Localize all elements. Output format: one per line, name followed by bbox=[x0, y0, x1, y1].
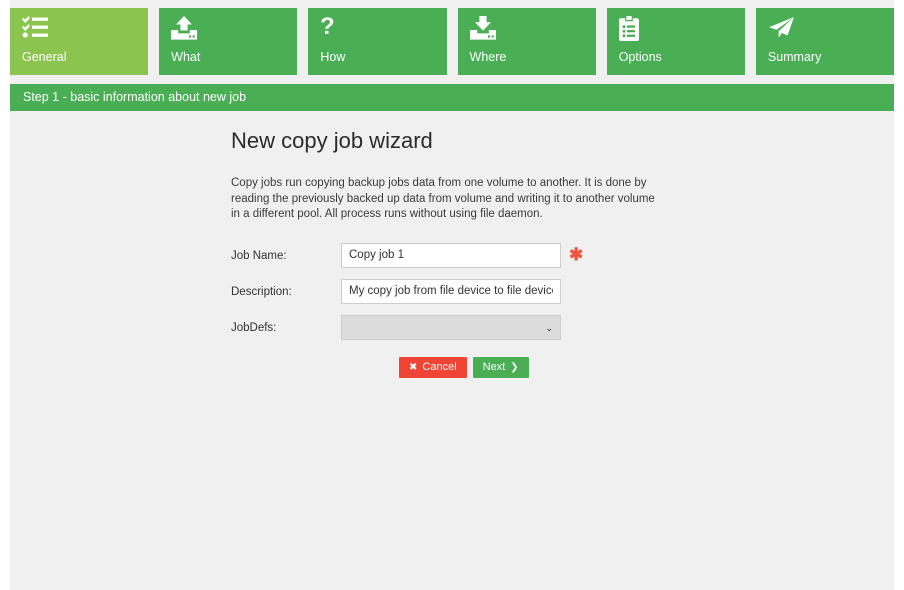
cancel-button[interactable]: ✖ Cancel bbox=[399, 356, 467, 378]
wizard-form: New copy job wizard Copy jobs run copyin… bbox=[231, 128, 681, 378]
tab-general-label: General bbox=[22, 50, 67, 64]
paper-plane-icon bbox=[768, 16, 884, 46]
tab-options-label: Options bbox=[618, 50, 662, 64]
checklist-icon bbox=[22, 16, 138, 46]
description-label: Description: bbox=[231, 285, 292, 298]
tab-how[interactable]: ? How bbox=[308, 8, 447, 75]
svg-text:?: ? bbox=[320, 16, 335, 40]
next-button-label: Next bbox=[482, 360, 506, 373]
upload-icon bbox=[171, 16, 287, 46]
form-row-job-name: Job Name: ✱ bbox=[231, 242, 681, 271]
download-icon bbox=[469, 16, 586, 46]
tab-options[interactable]: Options bbox=[606, 8, 745, 75]
jobdefs-label: JobDefs: bbox=[231, 321, 277, 334]
wizard-page: General What ? How Where Options Summary… bbox=[0, 0, 904, 590]
chevron-right-icon: ❯ bbox=[510, 361, 519, 373]
required-asterisk: ✱ bbox=[569, 244, 584, 264]
form-row-jobdefs: JobDefs: ⌄ bbox=[231, 314, 681, 343]
page-title: New copy job wizard bbox=[231, 128, 433, 153]
wizard-tab-strip: General What ? How Where Options Summary bbox=[10, 8, 895, 75]
step-banner: Step 1 - basic information about new job bbox=[10, 84, 894, 111]
wizard-button-row: ✖ Cancel Next ❯ bbox=[399, 356, 681, 378]
tab-what[interactable]: What bbox=[159, 8, 298, 75]
wizard-description: Copy jobs run copying backup jobs data f… bbox=[231, 177, 655, 220]
job-name-label: Job Name: bbox=[231, 249, 287, 262]
cancel-button-label: Cancel bbox=[422, 360, 457, 373]
tab-what-label: What bbox=[171, 50, 201, 64]
job-name-input[interactable] bbox=[341, 242, 561, 268]
tab-summary[interactable]: Summary bbox=[755, 8, 895, 75]
tab-general[interactable]: General bbox=[10, 8, 149, 75]
clipboard-list-icon bbox=[618, 16, 735, 46]
close-icon: ✖ bbox=[409, 361, 418, 373]
tab-summary-label: Summary bbox=[767, 50, 822, 64]
jobdefs-select-wrap: ⌄ bbox=[341, 314, 561, 340]
tab-how-label: How bbox=[320, 50, 346, 64]
form-row-description: Description: bbox=[231, 278, 681, 307]
jobdefs-select[interactable] bbox=[341, 314, 561, 340]
tab-where-label: Where bbox=[469, 50, 507, 64]
description-input[interactable] bbox=[341, 278, 561, 304]
tab-where[interactable]: Where bbox=[457, 8, 596, 75]
question-icon: ? bbox=[320, 16, 436, 46]
next-button[interactable]: Next ❯ bbox=[472, 356, 529, 378]
